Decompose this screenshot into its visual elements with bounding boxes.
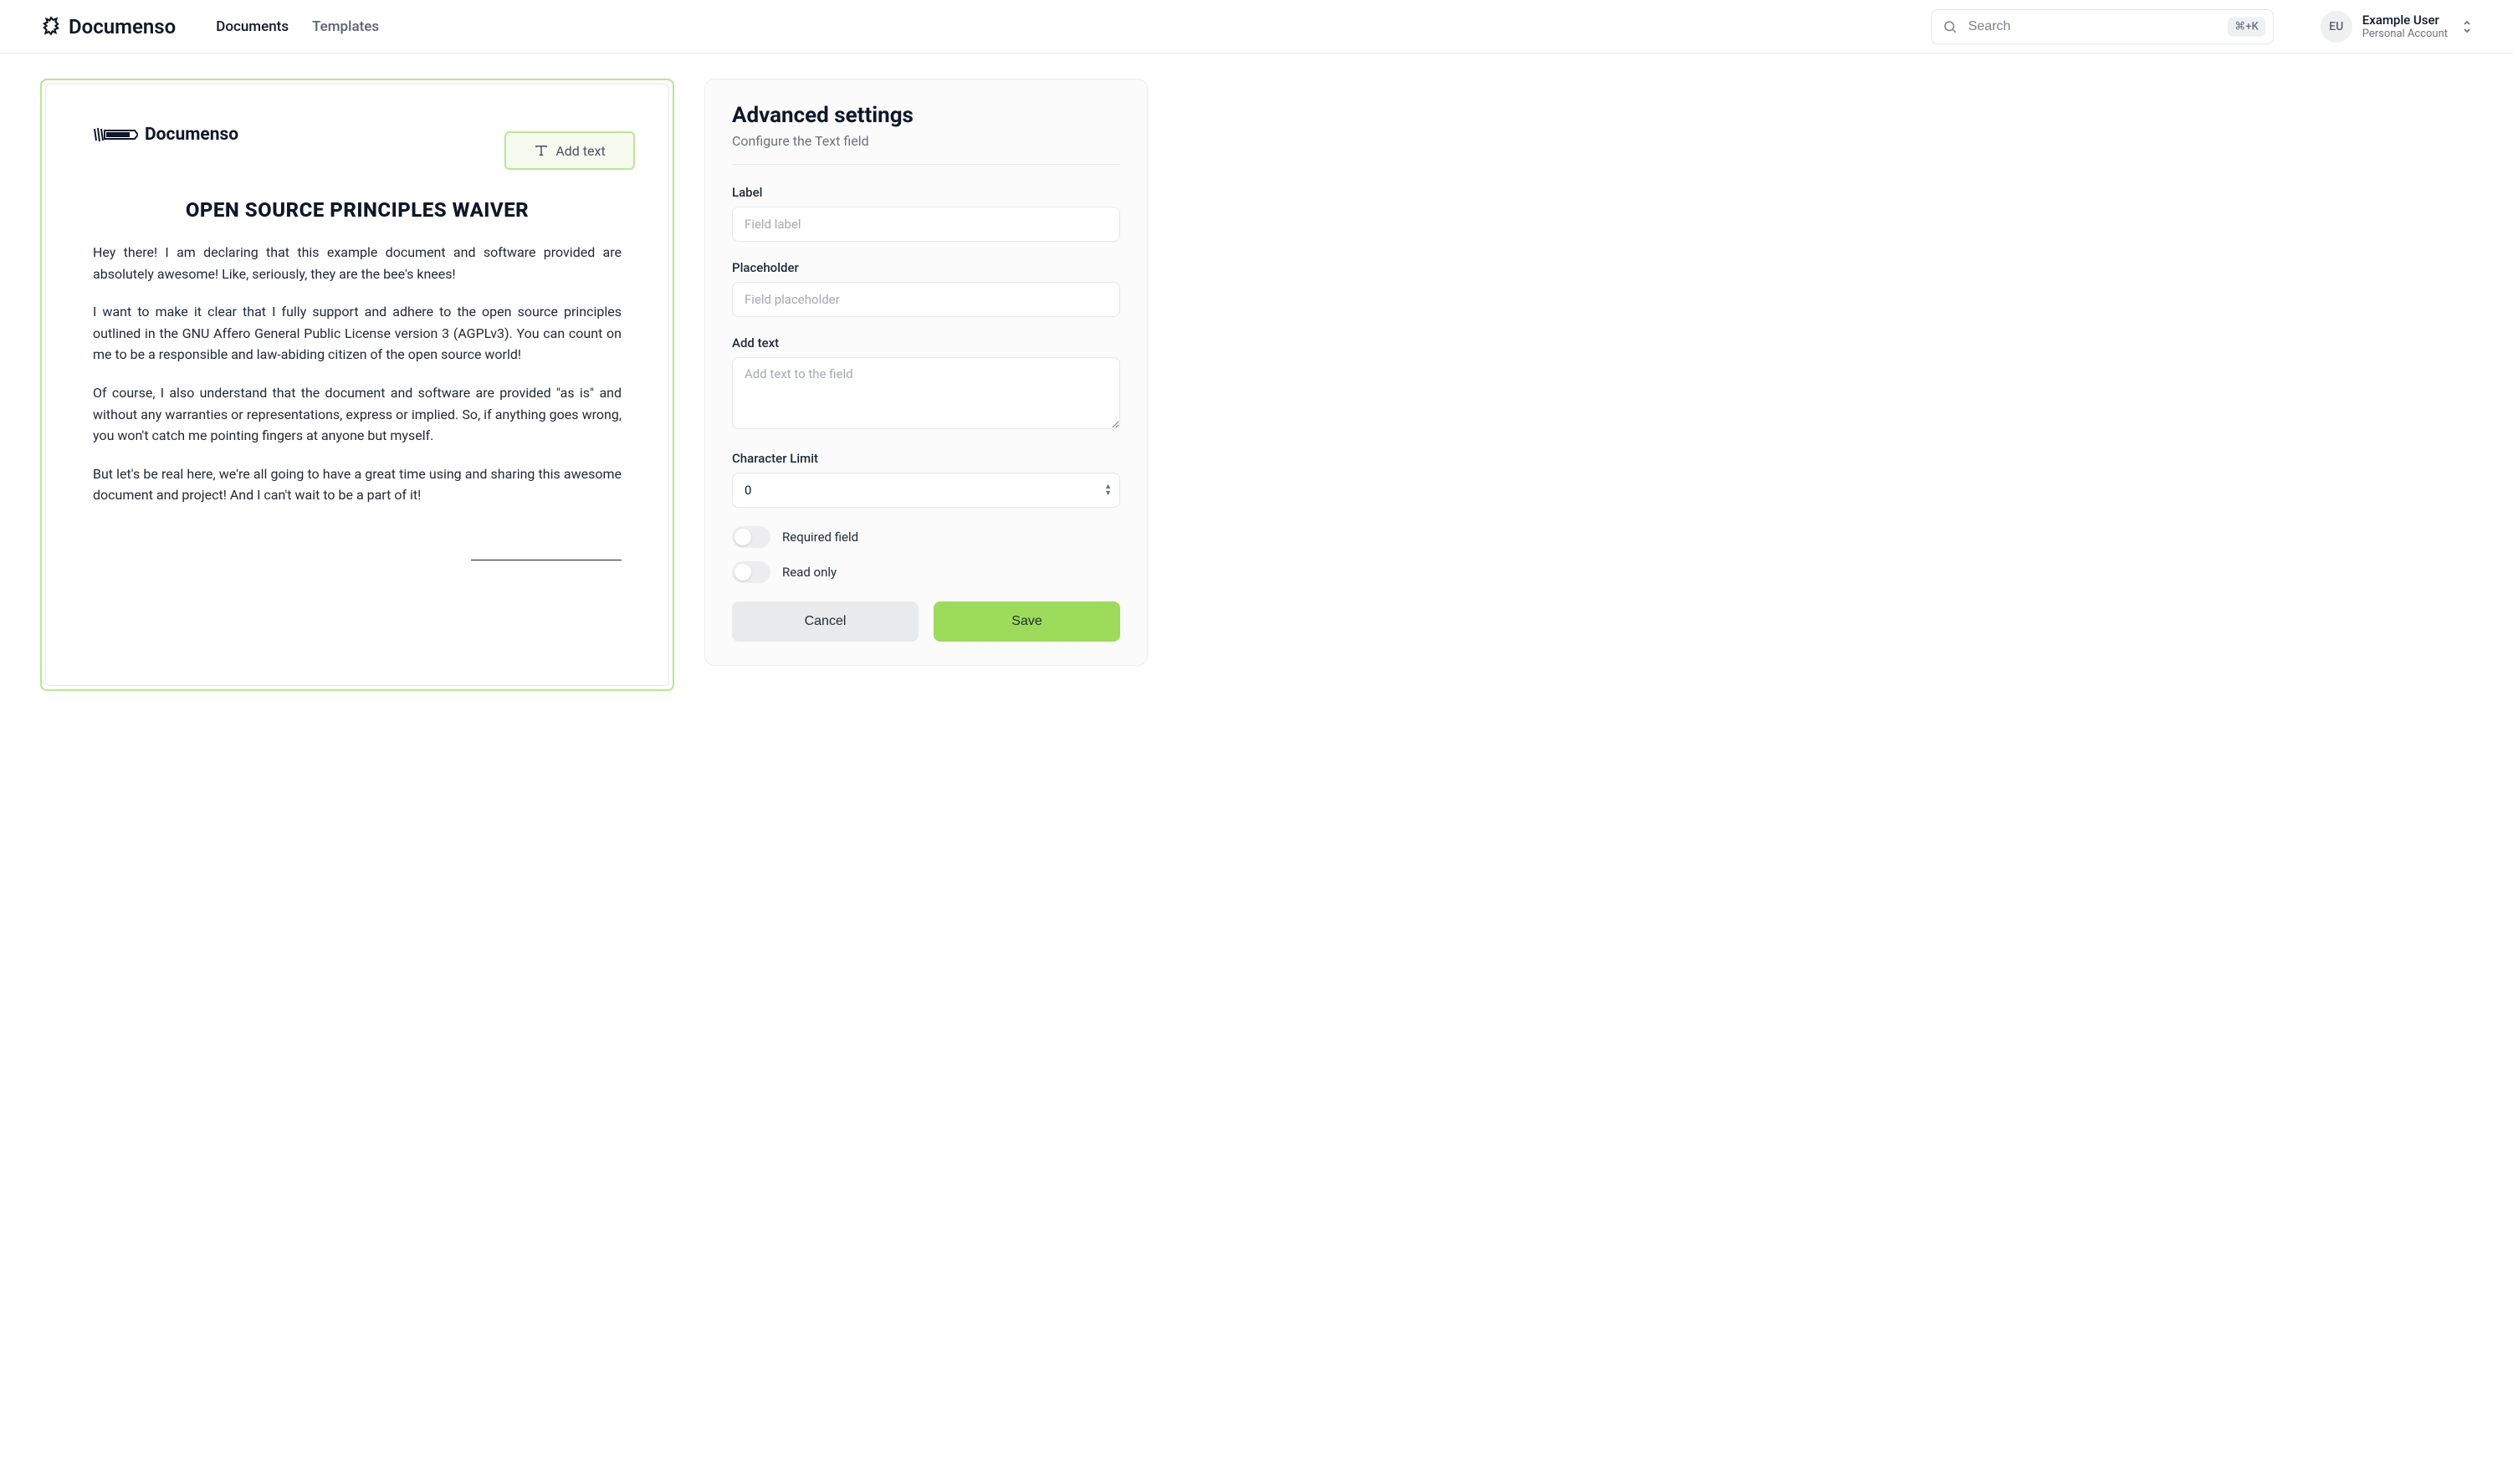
document-body: Hey there! I am declaring that this exam… xyxy=(93,242,622,506)
advanced-settings-panel: Advanced settings Configure the Text fie… xyxy=(704,79,1148,666)
app-header: Documenso Documents Templates ⌘+K EU Exa… xyxy=(0,0,2513,54)
user-name: Example User xyxy=(2362,13,2448,28)
document-page: Documenso Add text OPEN SOURCE PRINCIPLE… xyxy=(45,84,669,686)
search-shortcut: ⌘+K xyxy=(2228,17,2265,36)
charlimit-input[interactable] xyxy=(732,473,1120,508)
readonly-label: Read only xyxy=(782,565,837,580)
settings-subtitle: Configure the Text field xyxy=(732,133,1120,165)
nav-documents[interactable]: Documents xyxy=(216,18,289,35)
text-field-placeholder[interactable]: Add text xyxy=(504,131,635,170)
chevron-up-down-icon xyxy=(2461,19,2473,34)
main-content: Documenso Add text OPEN SOURCE PRINCIPLE… xyxy=(0,54,2513,716)
required-label: Required field xyxy=(782,530,858,545)
required-toggle[interactable] xyxy=(732,526,770,548)
paragraph: I want to make it clear that I fully sup… xyxy=(93,301,622,366)
paragraph: Hey there! I am declaring that this exam… xyxy=(93,242,622,284)
label-input[interactable] xyxy=(732,207,1120,242)
document-title: OPEN SOURCE PRINCIPLES WAIVER xyxy=(93,198,622,222)
search-input[interactable] xyxy=(1931,9,2274,44)
document-viewer[interactable]: Documenso Add text OPEN SOURCE PRINCIPLE… xyxy=(40,79,674,691)
type-icon xyxy=(534,143,549,158)
search-box: ⌘+K xyxy=(1931,9,2274,44)
paragraph: Of course, I also understand that the do… xyxy=(93,382,622,447)
logo-icon xyxy=(40,16,62,38)
cancel-button[interactable]: Cancel xyxy=(732,601,919,642)
pen-icon xyxy=(93,125,138,144)
addtext-textarea[interactable] xyxy=(732,357,1120,429)
addtext-field-label: Add text xyxy=(732,335,1120,351)
number-stepper[interactable]: ▲▼ xyxy=(1104,484,1112,497)
main-nav: Documents Templates xyxy=(216,18,379,35)
charlimit-field-label: Character Limit xyxy=(732,451,1120,466)
logo-text: Documenso xyxy=(69,15,176,38)
user-menu[interactable]: EU Example User Personal Account xyxy=(2321,11,2473,43)
save-button[interactable]: Save xyxy=(934,601,1120,642)
nav-templates[interactable]: Templates xyxy=(312,18,379,35)
app-logo[interactable]: Documenso xyxy=(40,15,176,38)
paragraph: But let's be real here, we're all going … xyxy=(93,463,622,506)
user-account-type: Personal Account xyxy=(2362,28,2448,40)
avatar: EU xyxy=(2321,11,2352,43)
label-field-label: Label xyxy=(732,185,1120,200)
search-icon xyxy=(1942,19,1958,34)
placeholder-input[interactable] xyxy=(732,282,1120,317)
placeholder-field-label: Placeholder xyxy=(732,260,1120,275)
settings-title: Advanced settings xyxy=(732,103,1120,128)
readonly-toggle[interactable] xyxy=(732,561,770,583)
